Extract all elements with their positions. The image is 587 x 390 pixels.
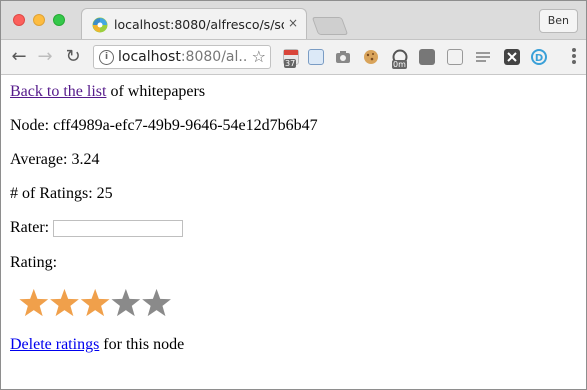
bookmark-star-icon[interactable]: ☆	[252, 47, 266, 66]
tab-title: localhost:8080/alfresco/s/som	[114, 17, 284, 32]
back-line: Back to the list of whitepapers	[10, 83, 205, 101]
ratings-count-value: 25	[96, 185, 113, 202]
calendar-badge: 37	[284, 59, 297, 68]
average-line: Average: 3.24	[10, 151, 99, 169]
zoom-window-button[interactable]	[53, 14, 65, 26]
star-rating-widget[interactable]	[13, 286, 183, 320]
forward-arrow-icon[interactable]: →	[35, 47, 55, 67]
svg-text:D: D	[535, 53, 543, 64]
tab-strip: localhost:8080/alfresco/s/som × Ben	[1, 1, 586, 40]
star-empty-icon[interactable]	[111, 288, 141, 317]
profile-button[interactable]: Ben	[538, 9, 578, 33]
rss-extension-icon[interactable]	[475, 49, 491, 65]
node-label: Node:	[10, 117, 54, 134]
browser-menu-icon[interactable]	[572, 48, 576, 66]
calendar-extension-icon[interactable]: 37	[283, 49, 299, 68]
average-value: 3.24	[71, 151, 100, 168]
rating-line: Rating:	[10, 254, 57, 272]
reload-icon[interactable]: ↻	[63, 47, 83, 67]
d-extension-icon[interactable]: D	[531, 49, 547, 65]
cookie-extension-icon[interactable]	[363, 49, 379, 65]
back-arrow-icon[interactable]: ←	[9, 47, 29, 67]
browser-toolbar: ← → ↻ i localhost:8080/al... ☆ 37 0m D	[1, 40, 586, 75]
window-extension-icon[interactable]	[308, 49, 324, 65]
star-empty-icon[interactable]	[142, 288, 171, 317]
tab-close-icon[interactable]: ×	[288, 16, 298, 30]
close-window-button[interactable]	[13, 14, 25, 26]
minimize-window-button[interactable]	[33, 14, 45, 26]
star-filled-icon[interactable]	[80, 288, 110, 317]
rater-input[interactable]	[53, 219, 184, 237]
average-label: Average:	[10, 151, 72, 168]
camera-extension-icon[interactable]	[335, 49, 351, 65]
back-suffix: of whitepapers	[106, 83, 206, 100]
node-line: Node: cff4989a-efc7-49b9-9646-54e12d7b6b…	[10, 117, 318, 135]
timer-extension-icon[interactable]: 0m	[392, 49, 408, 69]
site-info-icon[interactable]: i	[99, 50, 114, 65]
rater-line: Rater:	[10, 219, 184, 237]
delete-ratings-link[interactable]: Delete ratings	[10, 336, 99, 353]
timer-badge: 0m	[392, 60, 407, 69]
alfresco-favicon-icon	[92, 17, 108, 33]
star-filled-icon[interactable]	[19, 288, 49, 317]
node-id: cff4989a-efc7-49b9-9646-54e12d7b6b47	[53, 117, 318, 134]
back-to-list-link[interactable]: Back to the list	[10, 83, 106, 100]
layout-extension-icon[interactable]	[447, 49, 463, 65]
delete-line: Delete ratings for this node	[10, 336, 184, 354]
tab-active[interactable]: localhost:8080/alfresco/s/som ×	[81, 8, 307, 39]
delete-suffix: for this node	[99, 336, 185, 353]
x-extension-icon[interactable]	[504, 49, 520, 65]
url-text[interactable]: localhost:8080/al...	[118, 49, 246, 65]
browser-window: localhost:8080/alfresco/s/som × Ben ← → …	[0, 0, 587, 390]
rater-label: Rater:	[10, 219, 50, 236]
rating-label: Rating:	[10, 254, 58, 271]
address-bar[interactable]: i localhost:8080/al... ☆	[93, 45, 271, 69]
star-filled-icon[interactable]	[50, 288, 79, 317]
square-extension-icon[interactable]	[419, 49, 435, 65]
ratings-count-label: # of Ratings:	[10, 185, 97, 202]
new-tab-button[interactable]	[311, 17, 349, 35]
ratings-count-line: # of Ratings: 25	[10, 185, 113, 203]
